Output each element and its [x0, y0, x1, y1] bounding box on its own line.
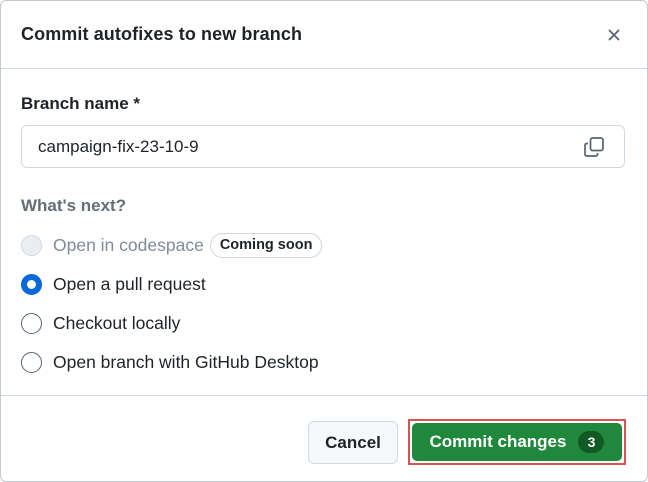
branch-name-label: Branch name *: [21, 94, 141, 113]
whats-next-label: What's next?: [21, 196, 127, 215]
commit-count-badge: 3: [578, 431, 605, 453]
option-open-pull-request[interactable]: Open a pull request: [21, 271, 206, 297]
commit-button-highlight: Commit changes 3: [408, 419, 626, 465]
radio-open-pull-request[interactable]: [21, 273, 42, 295]
radio-open-codespace: [21, 234, 42, 256]
branch-name-input[interactable]: [22, 126, 570, 167]
copy-button[interactable]: [578, 132, 610, 162]
copy-icon: [584, 137, 604, 157]
option-label[interactable]: Open a pull request: [53, 274, 206, 295]
commit-dialog: Commit autofixes to new branch Branch na…: [0, 0, 648, 482]
cancel-button[interactable]: Cancel: [308, 421, 398, 464]
dialog-header: Commit autofixes to new branch: [1, 1, 647, 69]
option-open-codespace: Open in codespace Coming soon: [21, 232, 323, 258]
option-github-desktop[interactable]: Open branch with GitHub Desktop: [21, 349, 319, 375]
option-checkout-locally[interactable]: Checkout locally: [21, 310, 180, 336]
radio-checkout-locally[interactable]: [21, 312, 42, 334]
commit-changes-button[interactable]: Commit changes 3: [412, 423, 622, 461]
dialog-title: Commit autofixes to new branch: [21, 24, 303, 44]
radio-github-desktop[interactable]: [21, 351, 42, 373]
option-label[interactable]: Open branch with GitHub Desktop: [53, 352, 319, 373]
close-icon: [608, 29, 620, 41]
close-button[interactable]: [599, 21, 629, 49]
branch-name-field: [21, 125, 625, 168]
dialog-footer: Cancel Commit changes 3: [1, 395, 647, 481]
option-label[interactable]: Checkout locally: [53, 313, 180, 334]
option-label: Open in codespace: [53, 234, 204, 255]
commit-button-label: Commit changes: [429, 432, 567, 451]
coming-soon-badge: Coming soon: [209, 232, 323, 258]
